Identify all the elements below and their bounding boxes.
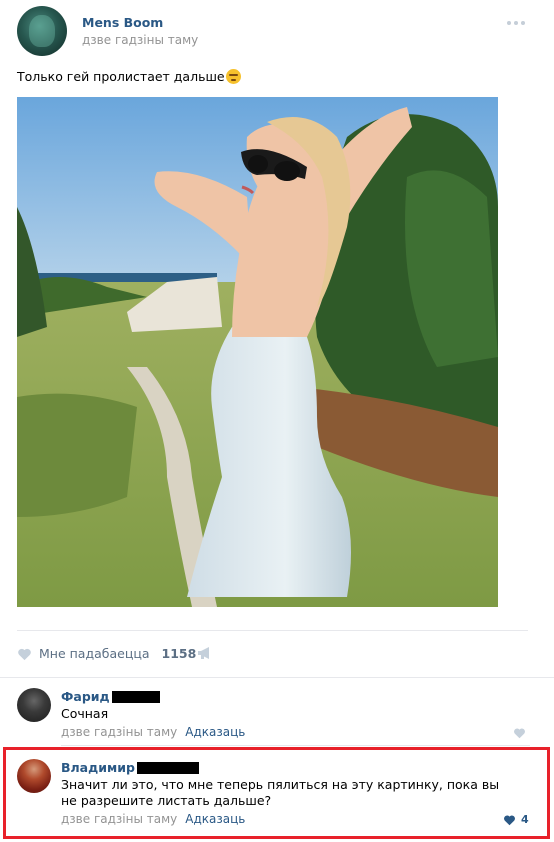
post-author-name[interactable]: Mens Boom [82,15,163,30]
like-label: Мне падабаецца [39,646,150,661]
post-text: Только гей пролистает дальше [17,69,241,84]
megaphone-share-icon[interactable] [197,646,213,663]
comment-like-button[interactable]: 4 [503,813,529,826]
comment-time[interactable]: дзве гадзіны таму [61,812,177,826]
post-timestamp[interactable]: дзве гадзіны таму [82,33,198,47]
commenter-avatar[interactable] [17,688,51,722]
divider [17,630,528,631]
comment-meta: дзве гадзіны таму Адказаць [61,725,245,739]
post-author-avatar[interactable] [17,6,67,56]
comment-item: Фарид Сочная дзве гадзіны таму Адказаць [0,680,554,746]
commenter-name-text: Фарид [61,689,110,704]
like-button[interactable]: Мне падабаецца 1158 [17,646,196,661]
commenter-avatar[interactable] [17,759,51,793]
reply-button[interactable]: Адказаць [185,725,245,739]
more-dots-icon[interactable] [507,16,529,30]
comment-like-count: 4 [521,813,529,826]
commenter-name[interactable]: Фарид [61,689,160,704]
comment-time[interactable]: дзве гадзіны таму [61,725,177,739]
reply-button[interactable]: Адказаць [185,812,245,826]
heart-icon [18,648,31,660]
commenter-name-text: Владимир [61,760,135,775]
comment-meta: дзве гадзіны таму Адказаць [61,812,245,826]
post-text-content: Только гей пролистает дальше [17,69,225,84]
redaction-bar [136,761,199,774]
post-photo[interactable] [17,97,498,607]
redaction-bar [111,690,160,703]
smirk-emoji-icon [225,69,241,84]
comment-text: Сочная [61,706,109,721]
comment-item: Владимир Значит ли это, что мне теперь п… [0,746,554,842]
like-count: 1158 [161,646,197,661]
comment-text: Значит ли это, что мне теперь пялиться н… [61,777,500,808]
heart-icon [504,815,515,825]
divider [0,677,554,678]
commenter-name[interactable]: Владимир [61,760,199,775]
heart-icon [514,728,525,739]
comment-like-button[interactable] [513,727,526,739]
